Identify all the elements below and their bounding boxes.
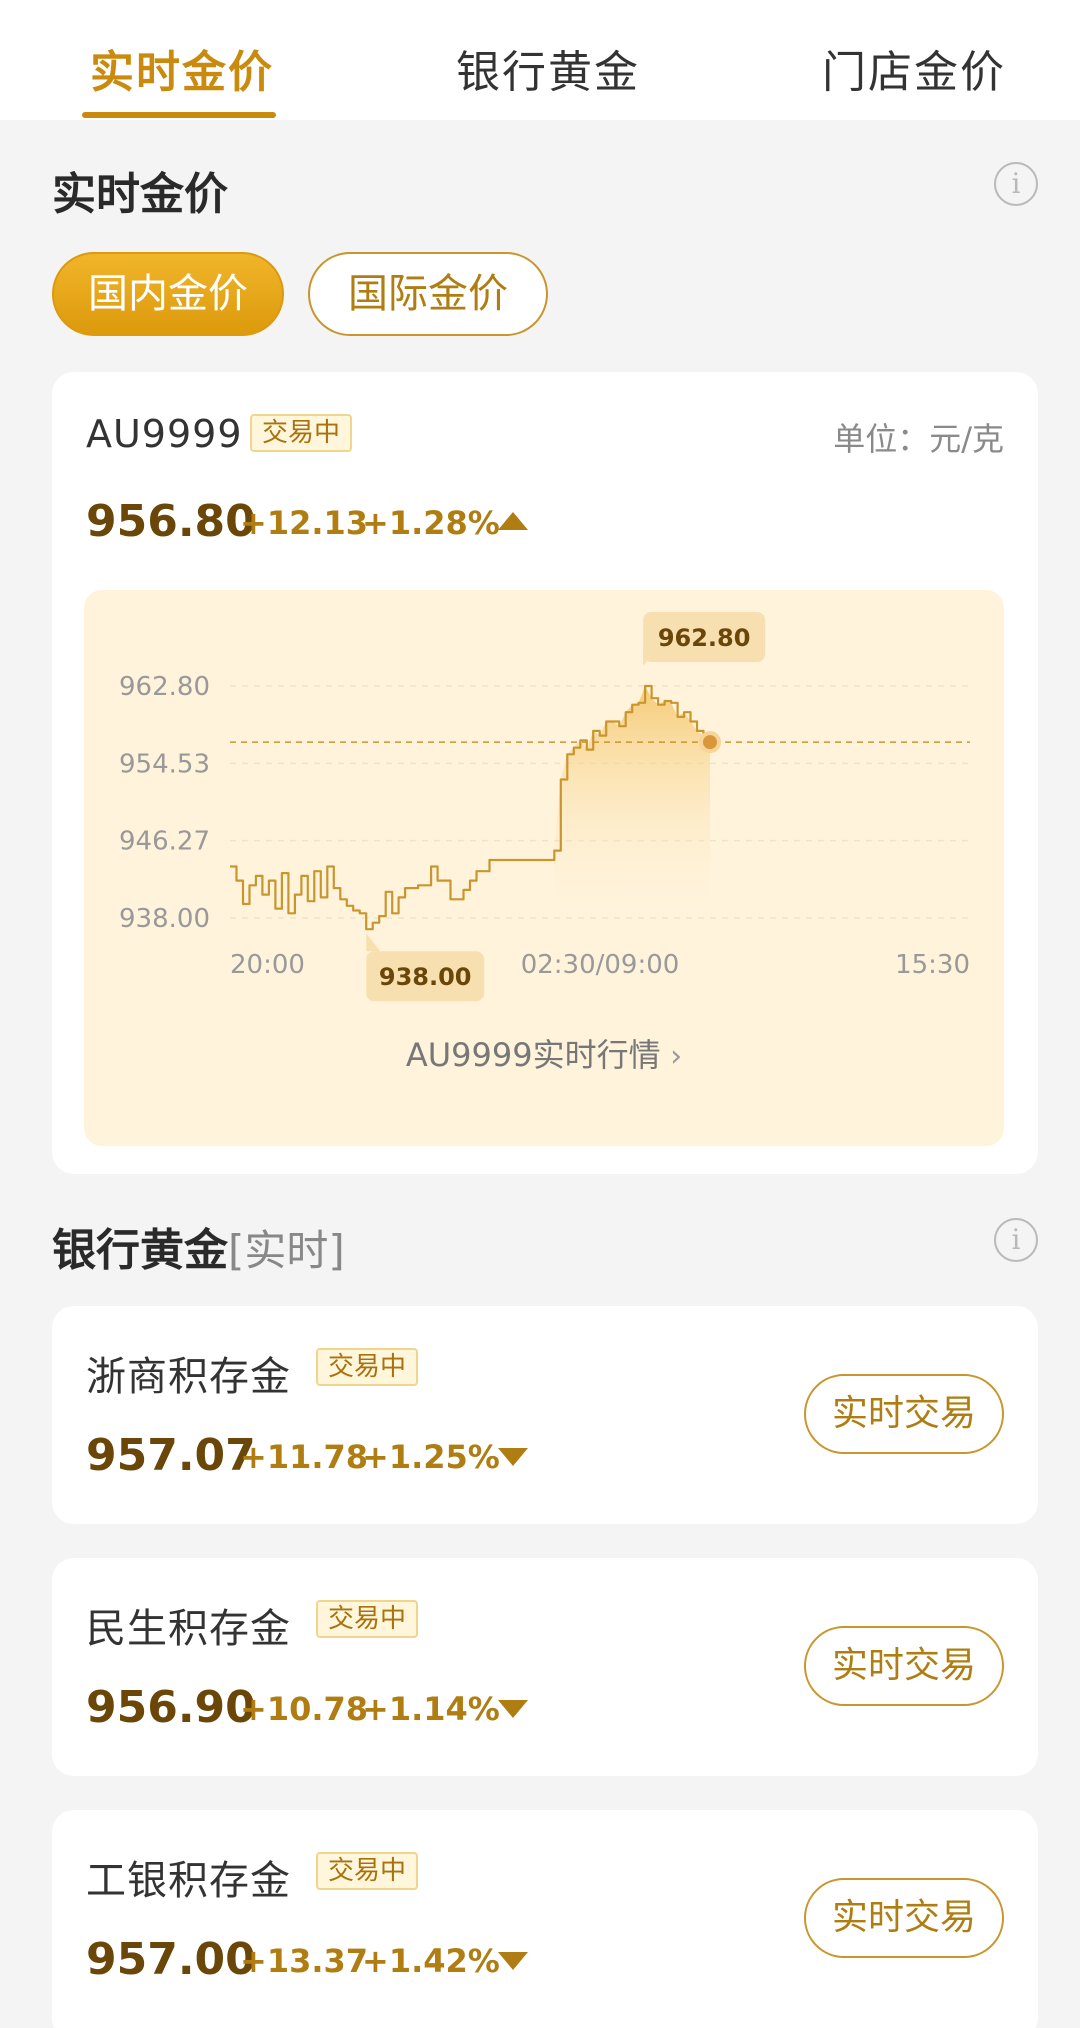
bank-item-name: 民生积存金: [86, 1606, 291, 1652]
bank-item-price: 956.90: [86, 1682, 256, 1733]
bank-section-subtitle: [实时]: [228, 1226, 345, 1275]
bank-item-name: 浙商积存金: [86, 1354, 291, 1400]
top-tab-bar: 实时金价 银行黄金 门店金价: [0, 0, 1080, 120]
au-change: +12.13: [240, 504, 369, 542]
y-tick-label: 938.00: [119, 904, 210, 934]
current-price-dot: [699, 731, 721, 754]
bank-item-price: 957.00: [86, 1934, 256, 1985]
min-tooltip-pointer: [366, 933, 381, 952]
bank-item-change: +11.78: [240, 1438, 369, 1476]
trend-down-icon: [498, 1700, 528, 1718]
status-badge: 交易中: [316, 1348, 419, 1386]
y-tick-label: 954.53: [119, 749, 210, 779]
domestic-price-filter[interactable]: 国内金价: [52, 252, 284, 336]
bank-item-card: 民生积存金 交易中 956.90 +10.78 +1.14% 实时交易: [52, 1558, 1038, 1776]
tab-realtime-gold-price[interactable]: 实时金价: [90, 36, 274, 100]
min-tooltip-label: 938.00: [379, 963, 472, 991]
bank-section-label: 银行黄金: [52, 1225, 228, 1276]
y-tick-label: 962.80: [119, 672, 210, 702]
bank-item-price: 957.07: [86, 1430, 256, 1481]
au-market-link-label: AU9999实时行情: [405, 1036, 661, 1074]
status-badge: 交易中: [316, 1600, 419, 1638]
bank-item-percent: +1.14%: [362, 1690, 500, 1728]
tab-store-gold-price[interactable]: 门店金价: [822, 36, 1006, 100]
au-market-link[interactable]: AU9999实时行情 ›: [84, 1030, 1004, 1076]
au9999-card: AU9999 交易中 单位：元/克 956.80 +12.13 +1.28% 9…: [52, 372, 1038, 1174]
bank-item-card: 工银积存金 交易中 957.00 +13.37 +1.42% 实时交易: [52, 1810, 1038, 2028]
x-tick-label: 02:30/09:00: [521, 950, 680, 980]
bank-item-card: 浙商积存金 交易中 957.07 +11.78 +1.25% 实时交易: [52, 1306, 1038, 1524]
trend-down-icon: [498, 1952, 528, 1970]
bank-item-percent: +1.25%: [362, 1438, 500, 1476]
bank-item-change: +10.78: [240, 1690, 369, 1728]
active-tab-indicator: [82, 112, 276, 118]
tab-bank-gold[interactable]: 银行黄金: [456, 36, 640, 100]
x-tick-label: 20:00: [230, 950, 305, 980]
status-badge: 交易中: [316, 1852, 419, 1890]
bank-item-percent: +1.42%: [362, 1942, 500, 1980]
realtime-section-title: 实时金价: [52, 169, 228, 220]
chevron-right-icon: ›: [660, 1039, 683, 1074]
realtime-trade-button[interactable]: 实时交易: [804, 1374, 1004, 1454]
realtime-trade-button[interactable]: 实时交易: [804, 1626, 1004, 1706]
max-tooltip-label: 962.80: [658, 624, 751, 652]
area-fill: [554, 686, 710, 918]
price-chart: 962.80 954.53 946.27 938.00 20:00 02:30/09:00…: [84, 590, 1004, 1146]
trend-up-icon: [498, 512, 528, 530]
bank-item-change: +13.37: [240, 1942, 369, 1980]
trend-down-icon: [498, 1448, 528, 1466]
info-icon[interactable]: i: [994, 162, 1038, 206]
info-icon[interactable]: i: [994, 1218, 1038, 1262]
au-price: 956.80: [86, 496, 256, 547]
au-name: AU9999: [86, 412, 243, 456]
unit-label: 单位：元/克: [833, 420, 1004, 458]
bank-section-title: 银行黄金[实时]: [52, 1214, 345, 1278]
price-chart-svg: 962.80 954.53 946.27 938.00 20:00 02:30/09:00…: [119, 612, 970, 1002]
bank-item-name: 工银积存金: [86, 1858, 291, 1904]
realtime-trade-button[interactable]: 实时交易: [804, 1878, 1004, 1958]
x-tick-label: 15:30: [895, 950, 970, 980]
au-percent: +1.28%: [362, 504, 500, 542]
status-badge: 交易中: [250, 414, 353, 452]
y-tick-label: 946.27: [119, 827, 210, 857]
international-price-filter[interactable]: 国际金价: [308, 252, 548, 336]
